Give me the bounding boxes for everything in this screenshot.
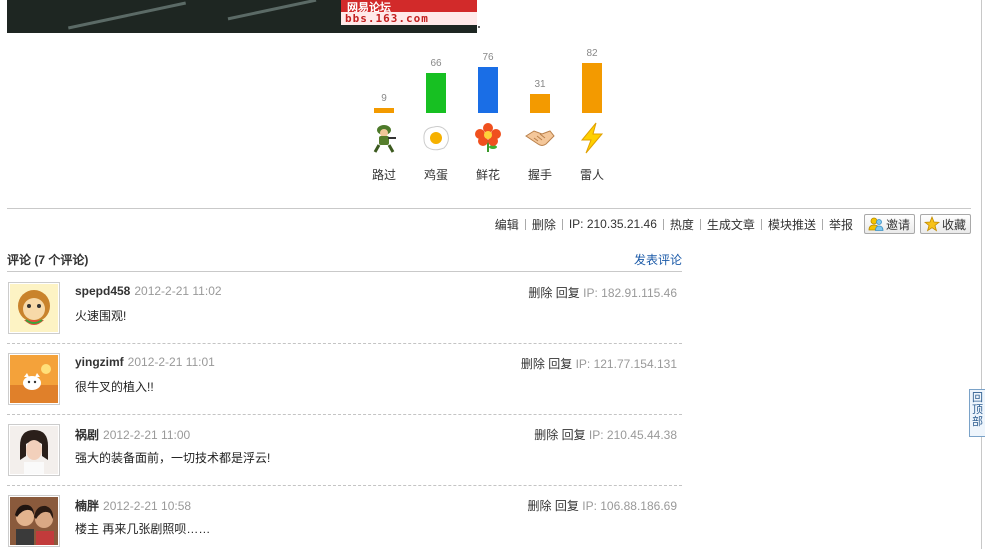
comment-ip: IP: 121.77.154.131 — [575, 357, 677, 371]
vote-count: 76 — [482, 52, 494, 63]
comment-text: 很牛叉的植入!! — [75, 380, 154, 394]
post-comment-link[interactable]: 发表评论 — [634, 251, 682, 268]
vote-bar — [530, 94, 550, 113]
edit-link[interactable]: 编辑 — [489, 216, 525, 233]
invite-label: 邀请 — [885, 217, 910, 232]
comment-text: 楼主 再来几张剧照呗…… — [75, 522, 211, 536]
vote-label[interactable]: 路过 — [362, 166, 406, 183]
vote-count: 31 — [534, 79, 546, 90]
comment-ip: IP: 210.45.44.38 — [588, 428, 677, 442]
avatar[interactable] — [8, 424, 60, 476]
vote-label[interactable]: 鲜花 — [466, 166, 510, 183]
monkey-avatar-icon — [10, 284, 58, 332]
delete-link[interactable]: 删除 — [534, 428, 558, 442]
comment-text: 火速围观! — [75, 309, 127, 323]
sunset-cat-avatar-icon — [10, 355, 58, 403]
egg-icon[interactable] — [420, 122, 452, 154]
heat-link[interactable]: 热度 — [664, 216, 700, 233]
vote-count: 9 — [381, 93, 387, 104]
comment-actions: 删除 回复 IP: 106.88.186.69 — [528, 497, 677, 514]
vote-label[interactable]: 握手 — [518, 166, 562, 183]
comment-item: 楠胖 2012-2-21 10:58 删除 回复 IP: 106.88.186.6… — [7, 486, 682, 549]
comment-author[interactable]: yingzimf 2012-2-21 11:01 — [75, 355, 215, 369]
username[interactable]: spepd458 — [75, 284, 130, 298]
vote-label[interactable]: 鸡蛋 — [414, 166, 458, 183]
comment-date: 2012-2-21 10:58 — [103, 499, 192, 513]
post-image: 网易论坛 bbs.163.com — [7, 0, 477, 33]
comment-text: 强大的装备面前，一切技术都是浮云! — [75, 451, 271, 465]
favorite-button[interactable]: 收藏 — [919, 214, 971, 234]
reply-link[interactable]: 回复 — [562, 428, 586, 442]
comment-author[interactable]: 祸剧 2012-2-21 11:00 — [75, 426, 190, 443]
username[interactable]: 祸剧 — [75, 428, 99, 442]
comment-date: 2012-2-21 11:01 — [127, 355, 215, 369]
generate-article-link[interactable]: 生成文章 — [701, 216, 761, 233]
back-to-top-char: 部 — [972, 416, 983, 428]
delete-link[interactable]: 删除 — [528, 499, 552, 513]
vote-bar — [426, 73, 446, 113]
reply-link[interactable]: 回复 — [555, 499, 579, 513]
comment-ip: IP: 106.88.186.69 — [582, 499, 677, 513]
comments-header: 评论 (7 个评论) 发表评论 — [7, 250, 682, 272]
vote-bar — [582, 63, 602, 113]
ip-text: IP: 210.35.21.46 — [568, 217, 657, 231]
page-border — [981, 0, 982, 549]
comment-date: 2012-2-21 11:00 — [103, 428, 191, 442]
vote-count: 82 — [586, 48, 598, 59]
delete-link[interactable]: 删除 — [528, 286, 552, 300]
invite-button[interactable]: 邀请 — [863, 214, 915, 234]
username[interactable]: yingzimf — [75, 355, 124, 369]
comment-item: yingzimf 2012-2-21 11:01 删除 回复 IP: 121.77… — [7, 344, 682, 415]
delete-link[interactable]: 删除 — [526, 216, 562, 233]
handshake-icon[interactable] — [524, 122, 556, 154]
module-push-link[interactable]: 模块推送 — [762, 216, 822, 233]
avatar[interactable] — [8, 353, 60, 405]
avatar[interactable] — [8, 282, 60, 334]
comments-title: 评论 (7 个评论) — [7, 253, 89, 267]
comment-item: spepd458 2012-2-21 11:02 删除 回复 IP: 182.91… — [7, 273, 682, 344]
comment-ip: IP: 182.91.115.46 — [583, 286, 677, 300]
username[interactable]: 楠胖 — [75, 499, 99, 513]
comment-actions: 删除 回复 IP: 121.77.154.131 — [521, 355, 677, 372]
divider-dot — [478, 26, 480, 28]
comment-author[interactable]: spepd458 2012-2-21 11:02 — [75, 284, 222, 298]
watermark-url: bbs.163.com — [341, 12, 477, 25]
lightning-icon[interactable] — [576, 122, 608, 154]
comment-actions: 删除 回复 IP: 182.91.115.46 — [528, 284, 677, 301]
reply-link[interactable]: 回复 — [548, 357, 572, 371]
comment-date: 2012-2-21 11:02 — [134, 284, 222, 298]
favorite-label: 收藏 — [941, 217, 966, 232]
back-to-top-button[interactable]: 回 顶 部 — [969, 389, 985, 437]
avatar[interactable] — [8, 495, 60, 547]
girl-photo-avatar-icon — [10, 426, 58, 474]
couple-photo-avatar-icon — [10, 497, 58, 545]
vote-bar — [374, 108, 394, 113]
delete-link[interactable]: 删除 — [521, 357, 545, 371]
comment-author[interactable]: 楠胖 2012-2-21 10:58 — [75, 497, 191, 514]
watermark: 网易论坛 bbs.163.com — [341, 0, 477, 33]
report-link[interactable]: 举报 — [823, 216, 859, 233]
comment-item: 祸剧 2012-2-21 11:00 删除 回复 IP: 210.45.44.38… — [7, 415, 682, 486]
vote-count: 66 — [430, 58, 442, 69]
post-toolbar: 编辑 删除 IP: 210.35.21.46 热度 生成文章 模块推送 举报 邀… — [489, 213, 971, 235]
vote-label[interactable]: 雷人 — [570, 166, 614, 183]
users-icon — [868, 217, 884, 231]
star-icon — [923, 216, 940, 232]
reply-link[interactable]: 回复 — [556, 286, 580, 300]
back-to-top-char: 回 — [972, 392, 983, 404]
back-to-top-char: 顶 — [972, 404, 983, 416]
soldier-icon[interactable] — [368, 122, 400, 154]
flower-icon[interactable] — [472, 122, 504, 154]
comment-actions: 删除 回复 IP: 210.45.44.38 — [534, 426, 677, 443]
vote-bar — [478, 67, 498, 113]
divider — [7, 208, 971, 209]
